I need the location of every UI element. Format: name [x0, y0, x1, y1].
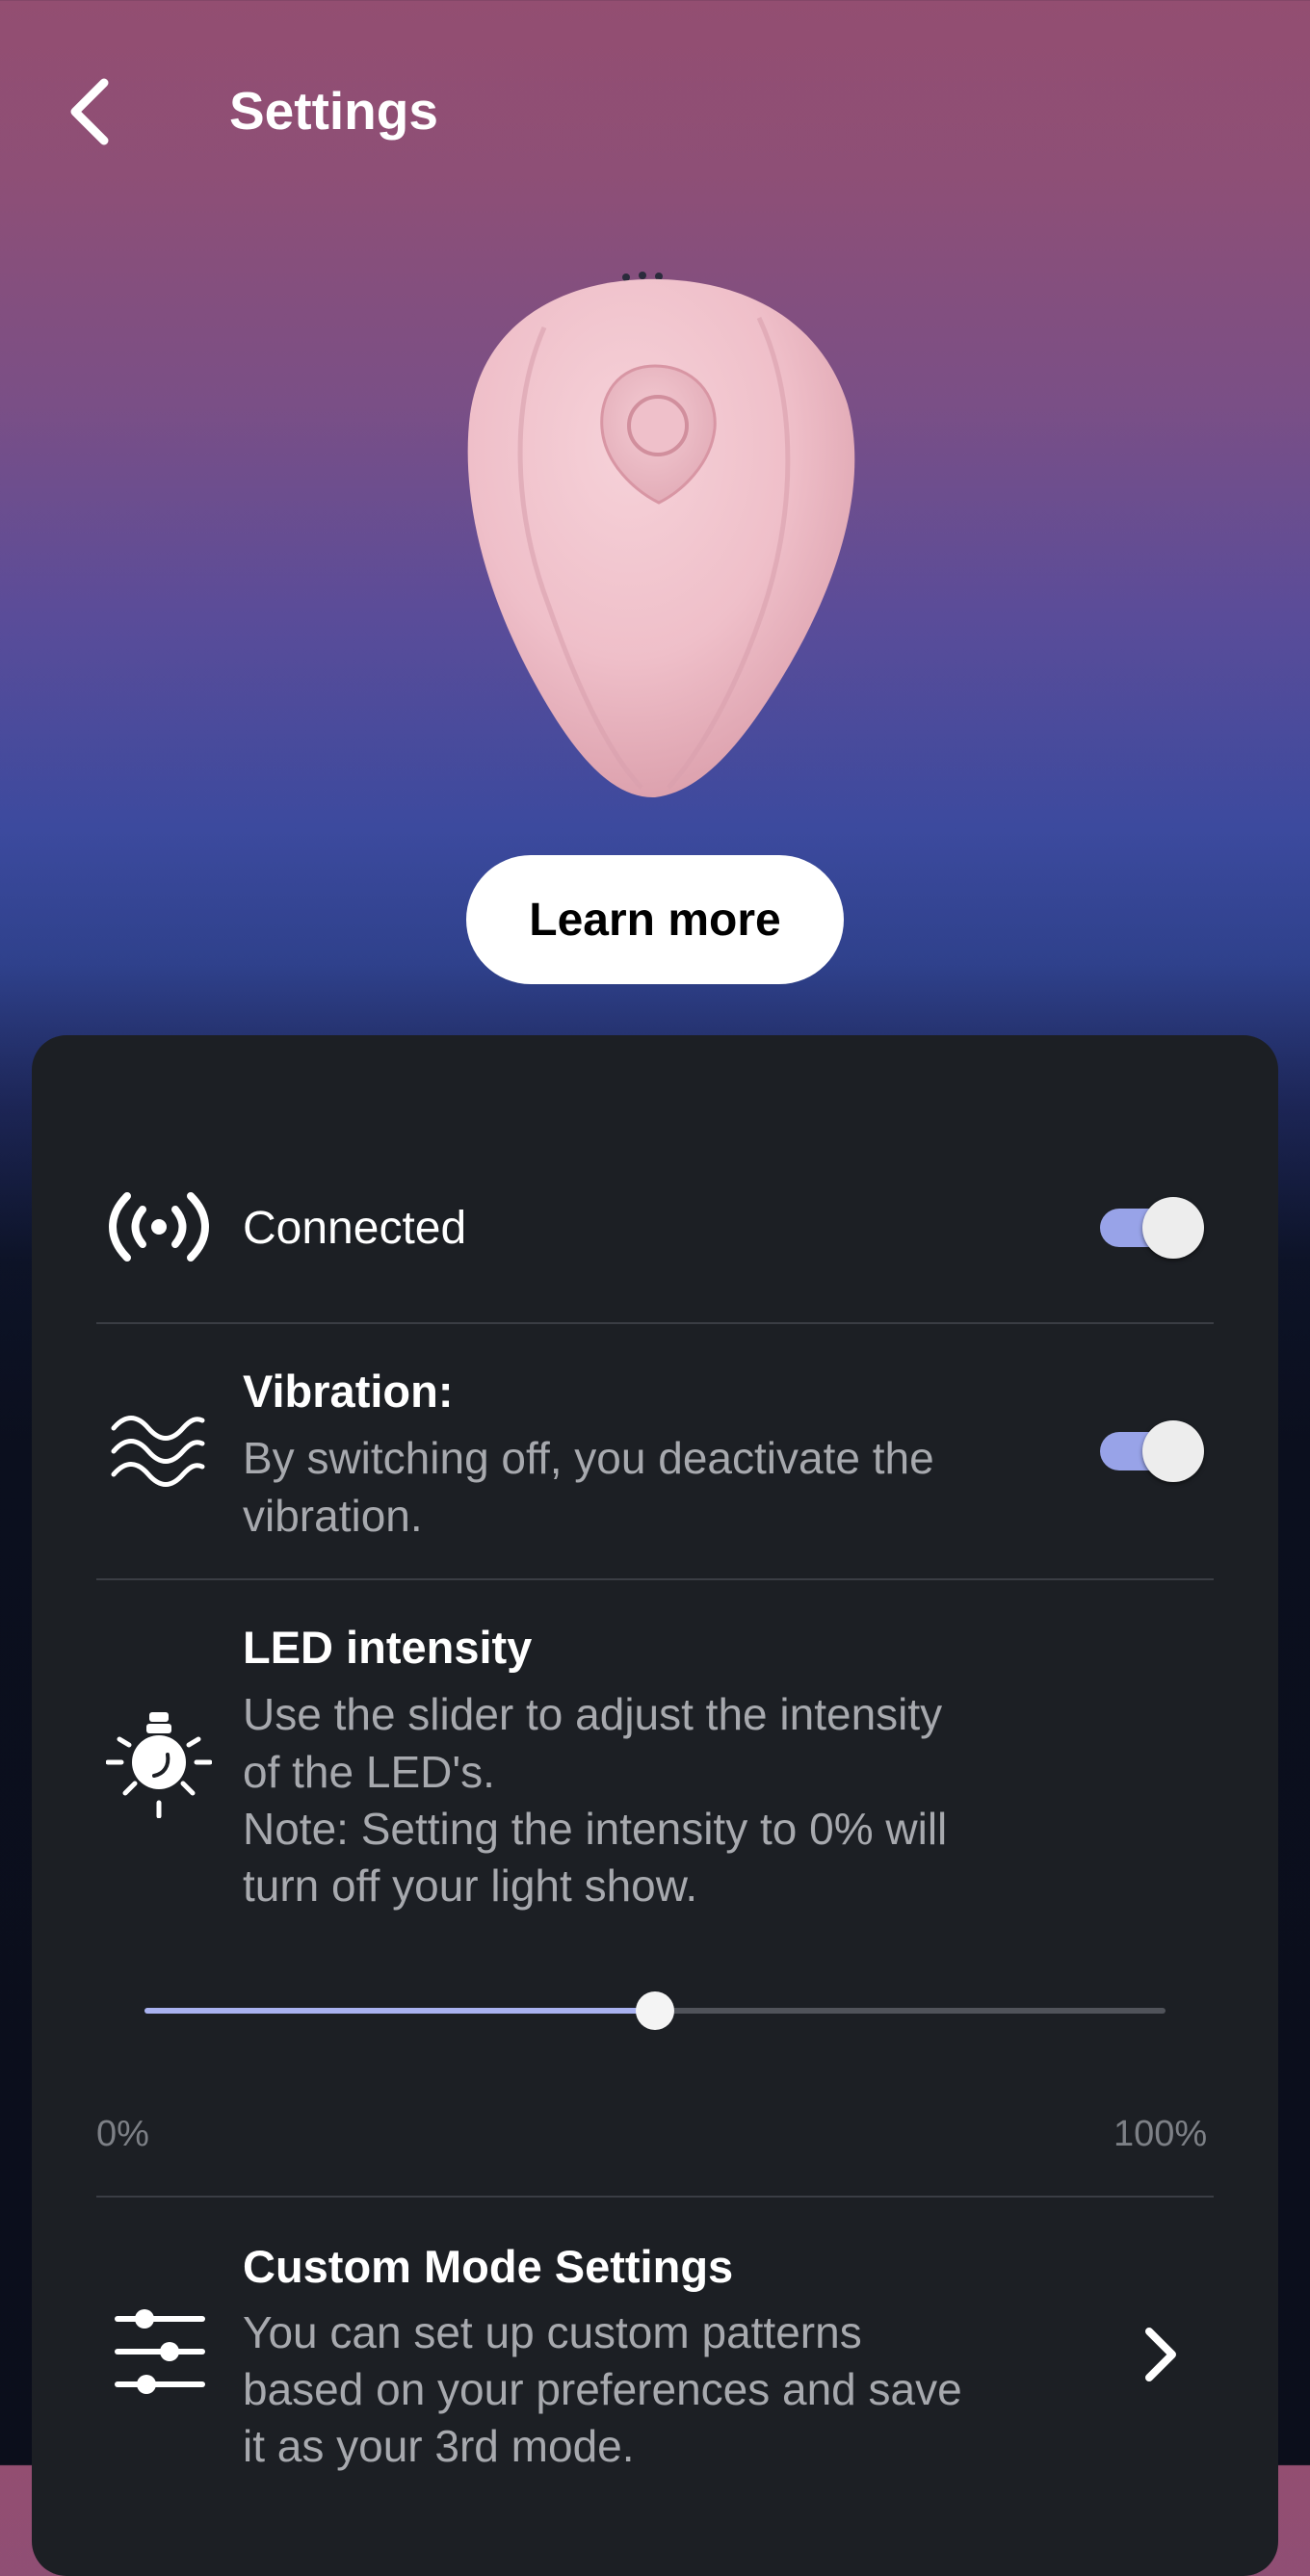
connected-label: Connected: [243, 1203, 467, 1254]
led-description-line2: of the LED's.: [243, 1747, 495, 1797]
toggle-thumb: [1142, 1197, 1204, 1259]
header: Settings: [0, 0, 1310, 221]
slider-thumb[interactable]: [636, 1991, 674, 2030]
custom-mode-description-line3: it as your 3rd mode.: [243, 2421, 635, 2471]
led-description-line4: turn off your light show.: [243, 1860, 698, 1911]
vibration-description-line2: vibration.: [243, 1491, 423, 1541]
custom-mode-description-line2: based on your preferences and save: [243, 2364, 962, 2414]
led-description-line3: Note: Setting the intensity to 0% will: [243, 1804, 948, 1854]
sliders-icon: [114, 2307, 206, 2396]
vibration-title: Vibration:: [243, 1366, 454, 1417]
slider-min-label: 0%: [96, 2114, 149, 2154]
learn-more-button[interactable]: Learn more: [466, 855, 844, 984]
custom-mode-open-button[interactable]: [1127, 2311, 1194, 2398]
lightbulb-icon: [106, 1706, 212, 1818]
divider: [96, 1578, 1214, 1580]
custom-mode-title: Custom Mode Settings: [243, 2241, 734, 2292]
led-description-line1: Use the slider to adjust the intensity: [243, 1689, 943, 1739]
led-intensity-title: LED intensity: [243, 1622, 533, 1673]
custom-mode-description-line1: You can set up custom patterns: [243, 2307, 862, 2357]
vibration-toggle[interactable]: [1096, 1418, 1206, 1483]
divider: [96, 2196, 1214, 2198]
slider-max-label: 100%: [1114, 2114, 1208, 2154]
connected-toggle[interactable]: [1096, 1194, 1206, 1260]
chevron-left-icon: [70, 78, 109, 145]
product-illustration: [467, 272, 855, 798]
broadcast-icon: [106, 1184, 212, 1269]
waves-icon: [110, 1411, 206, 1488]
page-title: Settings: [229, 81, 438, 141]
toggle-thumb: [1142, 1420, 1204, 1482]
slider-fill: [144, 2008, 655, 2014]
vibration-description-line1: By switching off, you deactivate the: [243, 1433, 934, 1483]
led-intensity-slider[interactable]: [144, 1984, 1166, 2038]
back-button[interactable]: [46, 64, 135, 160]
divider: [96, 1322, 1214, 1324]
chevron-right-icon: [1145, 2328, 1176, 2381]
